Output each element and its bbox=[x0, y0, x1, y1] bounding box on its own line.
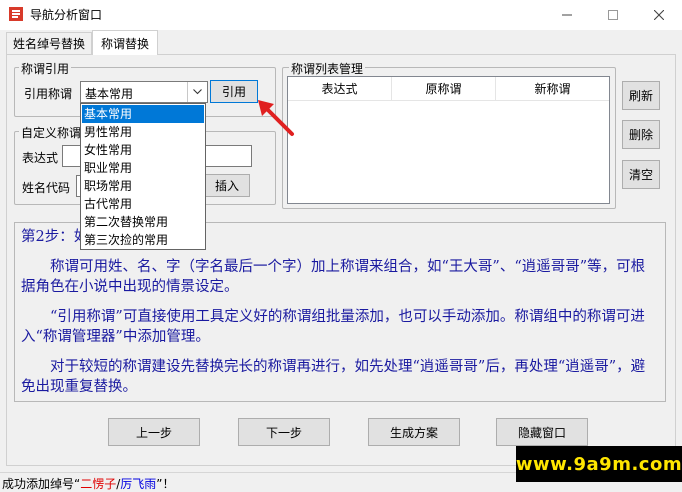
column-header-original[interactable]: 原称谓 bbox=[392, 77, 496, 101]
minimize-icon bbox=[562, 14, 572, 16]
status-name-1: 二愣子 bbox=[80, 477, 117, 491]
cite-dropdown-list: 基本常用 男性常用 女性常用 职业常用 职场常用 古代常用 第二次替换常用 第三… bbox=[80, 103, 206, 250]
tab-label: 称谓替换 bbox=[100, 36, 149, 51]
custom-group-title: 自定义称谓 bbox=[19, 124, 84, 141]
arrow-annotation-icon bbox=[258, 100, 294, 136]
tab-label: 姓名绰号替换 bbox=[12, 37, 85, 51]
next-step-button[interactable]: 下一步 bbox=[238, 418, 330, 446]
insert-button[interactable]: 插入 bbox=[204, 174, 250, 197]
hide-window-button[interactable]: 隐藏窗口 bbox=[496, 418, 588, 446]
generate-plan-label: 生成方案 bbox=[389, 425, 438, 440]
minimize-button[interactable] bbox=[544, 0, 590, 30]
list-group-title: 称谓列表管理 bbox=[289, 60, 366, 77]
status-name-2: 厉飞雨 bbox=[120, 477, 157, 491]
prev-step-button[interactable]: 上一步 bbox=[108, 418, 200, 446]
prev-step-label: 上一步 bbox=[135, 425, 172, 440]
dropdown-option[interactable]: 基本常用 bbox=[82, 105, 204, 123]
delete-button[interactable]: 删除 bbox=[622, 120, 660, 149]
dropdown-option[interactable]: 第三次捡的常用 bbox=[82, 231, 204, 249]
insert-button-label: 插入 bbox=[214, 179, 239, 193]
clear-button-label: 清空 bbox=[628, 168, 653, 182]
window-title: 导航分析窗口 bbox=[30, 8, 103, 22]
clear-button[interactable]: 清空 bbox=[622, 160, 660, 189]
app-icon bbox=[9, 7, 23, 21]
cite-select-value: 基本常用 bbox=[85, 87, 134, 101]
maximize-icon bbox=[608, 10, 618, 20]
tab-nickname-replace[interactable]: 姓名绰号替换 bbox=[6, 32, 92, 54]
cite-button[interactable]: 引用 bbox=[210, 80, 258, 103]
cite-button-label: 引用 bbox=[221, 85, 246, 99]
dropdown-option[interactable]: 第二次替换常用 bbox=[82, 213, 204, 231]
title-list[interactable]: 表达式 原称谓 新称谓 bbox=[287, 76, 610, 204]
close-icon bbox=[654, 10, 664, 20]
generate-plan-button[interactable]: 生成方案 bbox=[368, 418, 460, 446]
dropdown-option[interactable]: 职场常用 bbox=[82, 177, 204, 195]
delete-button-label: 删除 bbox=[628, 128, 653, 142]
refresh-button-label: 刷新 bbox=[628, 89, 653, 103]
watermark: www.9a9m.com bbox=[516, 446, 682, 482]
dropdown-option[interactable]: 职业常用 bbox=[82, 159, 204, 177]
status-prefix: 成功添加绰号“ bbox=[2, 477, 81, 491]
expr-label: 表达式 bbox=[22, 151, 59, 165]
column-header-new[interactable]: 新称谓 bbox=[496, 77, 609, 101]
cite-select[interactable]: 基本常用 bbox=[80, 81, 208, 103]
status-suffix: ”！ bbox=[156, 477, 175, 491]
column-label: 原称谓 bbox=[425, 82, 462, 96]
column-label: 新称谓 bbox=[534, 82, 571, 96]
dropdown-option[interactable]: 男性常用 bbox=[82, 123, 204, 141]
instruction-paragraph-3: 对于较短的称谓建设先替换完长的称谓再进行，如先处理“逍遥哥哥”后，再处理“逍遥哥… bbox=[21, 359, 646, 395]
chevron-down-icon[interactable] bbox=[187, 82, 207, 102]
instruction-paragraph-1: 称谓可用姓、名、字（字名最后一个字）加上称谓来组合，如“王大哥”、“逍遥哥哥”等… bbox=[21, 259, 646, 295]
code-label: 姓名代码 bbox=[22, 181, 71, 195]
cite-group-title: 称谓引用 bbox=[19, 60, 72, 77]
hide-window-label: 隐藏窗口 bbox=[517, 425, 566, 440]
tab-title-replace[interactable]: 称谓替换 bbox=[92, 30, 158, 55]
next-step-label: 下一步 bbox=[265, 425, 302, 440]
column-header-expr[interactable]: 表达式 bbox=[288, 77, 392, 101]
column-label: 表达式 bbox=[321, 82, 358, 96]
close-button[interactable] bbox=[636, 0, 682, 30]
refresh-button[interactable]: 刷新 bbox=[622, 81, 660, 110]
dropdown-option[interactable]: 女性常用 bbox=[82, 141, 204, 159]
maximize-button[interactable] bbox=[590, 0, 636, 30]
status-text: 成功添加绰号“二愣子/厉飞雨”！ bbox=[2, 475, 175, 492]
dropdown-option[interactable]: 古代常用 bbox=[82, 195, 204, 213]
instruction-paragraph-2: “引用称谓”可直接使用工具定义好的称谓组批量添加，也可以手动添加。称谓组中的称谓… bbox=[21, 309, 645, 345]
cite-field-label: 引用称谓 bbox=[24, 87, 73, 101]
